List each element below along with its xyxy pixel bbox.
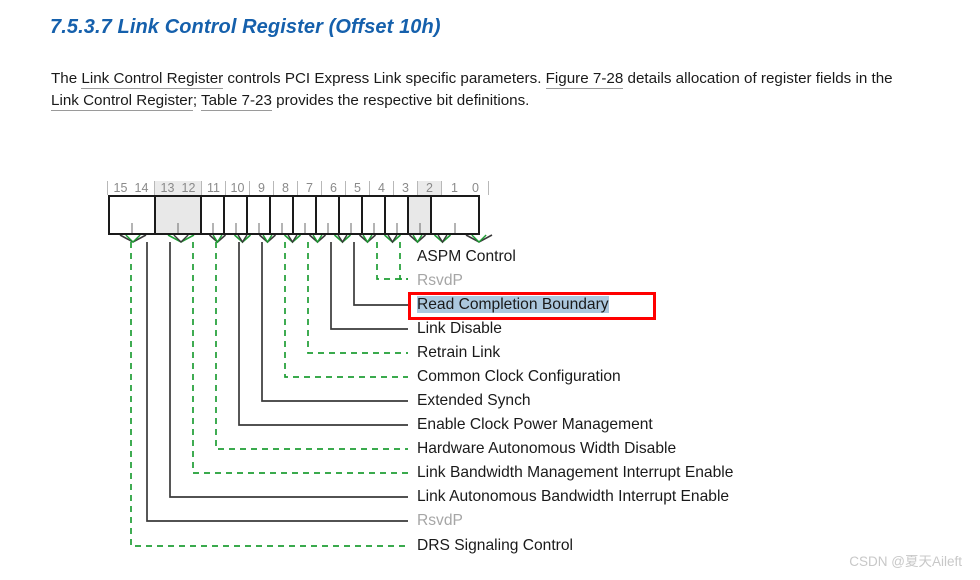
leader-line-link-disable	[330, 242, 408, 330]
register-cell-bits-5	[340, 197, 363, 233]
cell-tick-mark	[212, 223, 213, 233]
cell-connector-v-15-14	[119, 234, 147, 243]
leader-line-enable-clock-power-management	[238, 242, 408, 426]
register-cell-bits-6	[317, 197, 340, 233]
cell-tick-mark	[419, 223, 420, 233]
bit-number-0: 0	[472, 181, 479, 195]
page-root: 7.5.3.7 Link Control Register (Offset 10…	[0, 0, 980, 580]
bit-number-2: 2	[426, 181, 433, 195]
leader-line-rsvdp	[146, 242, 408, 522]
register-cell-bits-13-12	[156, 197, 202, 233]
cell-connector-v-1-0	[465, 234, 493, 243]
csdn-watermark: CSDN @夏天Aileft	[849, 554, 962, 569]
cell-tick-mark	[350, 223, 351, 233]
callout-label-rsvdp: RsvdP	[417, 512, 463, 529]
register-cell-bits-10	[225, 197, 248, 233]
cell-tick-mark	[258, 223, 259, 233]
bit-number-15: 15	[113, 181, 128, 195]
cell-tick-mark	[131, 223, 133, 233]
cell-tick-mark	[373, 223, 374, 233]
callout-label-enable-clock-power-management: Enable Clock Power Management	[417, 416, 653, 433]
cell-tick-mark	[177, 223, 179, 233]
read-completion-boundary-highlight-box	[408, 292, 656, 320]
leader-line-rsvdp	[376, 242, 408, 280]
bit-number-1: 1	[451, 181, 458, 195]
register-cell-bits-7	[294, 197, 317, 233]
leader-line-link-autonomous-bandwidth-interrupt-enable	[169, 242, 408, 498]
bit-number-row: 15 14 13 12 11 10 9 8 7 6 5 4 3 2 1 0	[107, 181, 489, 195]
bit-number-cell-7: 7	[297, 181, 322, 195]
cell-tick-mark	[454, 223, 456, 233]
cell-tick-mark	[327, 223, 328, 233]
callout-label-rsvdp: RsvdP	[417, 272, 463, 289]
leader-line-link-bandwidth-management-interrupt-enable	[192, 242, 408, 474]
bit-number-13: 13	[160, 181, 175, 195]
bit-number-cell-6: 6	[321, 181, 346, 195]
leader-line-drs-signaling-control	[130, 242, 408, 547]
cell-tick-mark	[235, 223, 236, 233]
callout-label-link-autonomous-bandwidth-interrupt-enable: Link Autonomous Bandwidth Interrupt Enab…	[417, 488, 730, 505]
leader-line-hardware-autonomous-width-disable	[215, 242, 408, 450]
bit-number-11: 11	[207, 181, 220, 195]
bit-number-14: 14	[134, 181, 149, 195]
register-cell-bits-3	[386, 197, 409, 233]
bit-number-cell-8: 8	[273, 181, 298, 195]
bit-number-3: 3	[402, 181, 409, 195]
bit-number-cell-2: 2	[417, 181, 442, 195]
register-cell-bits-1-0	[432, 197, 478, 233]
bit-number-cell-11: 11	[201, 181, 226, 195]
bit-number-5: 5	[354, 181, 361, 195]
bit-number-8: 8	[282, 181, 289, 195]
bit-number-7: 7	[306, 181, 313, 195]
bit-number-cell-3: 3	[393, 181, 418, 195]
cell-connector-v-13-12	[167, 234, 195, 243]
leader-line-read-completion-boundary	[353, 242, 408, 306]
bit-number-cell-4: 4	[369, 181, 394, 195]
callout-label-common-clock-configuration: Common Clock Configuration	[417, 368, 621, 385]
callout-label-link-bandwidth-management-interrupt-enable: Link Bandwidth Management Interrupt Enab…	[417, 464, 734, 481]
leader-line-common-clock-configuration	[284, 242, 408, 378]
register-cell-bits-15-14	[110, 197, 156, 233]
register-bit-field-box	[108, 195, 480, 235]
bit-number-cell-10: 10	[225, 181, 250, 195]
register-cell-bits-11	[202, 197, 225, 233]
bit-number-cell-13-12: 13 12	[154, 181, 202, 195]
callout-label-aspm-control: ASPM Control	[417, 248, 516, 265]
bit-number-cell-9: 9	[249, 181, 274, 195]
cell-tick-mark	[281, 223, 282, 233]
bit-number-10: 10	[230, 181, 245, 195]
callout-label-extended-synch: Extended Synch	[417, 392, 531, 409]
register-cell-bits-9	[248, 197, 271, 233]
bit-number-cell-15-14: 15 14	[107, 181, 155, 195]
callout-label-link-disable: Link Disable	[417, 320, 502, 337]
leader-line-aspm-control	[399, 242, 408, 280]
bit-number-6: 6	[330, 181, 337, 195]
callout-label-drs-signaling-control: DRS Signaling Control	[417, 537, 574, 554]
register-cell-bits-8	[271, 197, 294, 233]
bit-number-12: 12	[181, 181, 196, 195]
register-cell-bits-2	[409, 197, 432, 233]
cell-tick-mark	[396, 223, 397, 233]
cell-tick-mark	[304, 223, 305, 233]
bit-number-cell-5: 5	[345, 181, 370, 195]
callout-label-hardware-autonomous-width-disable: Hardware Autonomous Width Disable	[417, 440, 677, 457]
bit-number-9: 9	[258, 181, 265, 195]
register-cell-bits-4	[363, 197, 386, 233]
callout-label-retrain-link: Retrain Link	[417, 344, 501, 361]
bit-number-4: 4	[378, 181, 385, 195]
bit-number-cell-1-0: 10	[441, 181, 489, 195]
leader-line-retrain-link	[307, 242, 408, 354]
